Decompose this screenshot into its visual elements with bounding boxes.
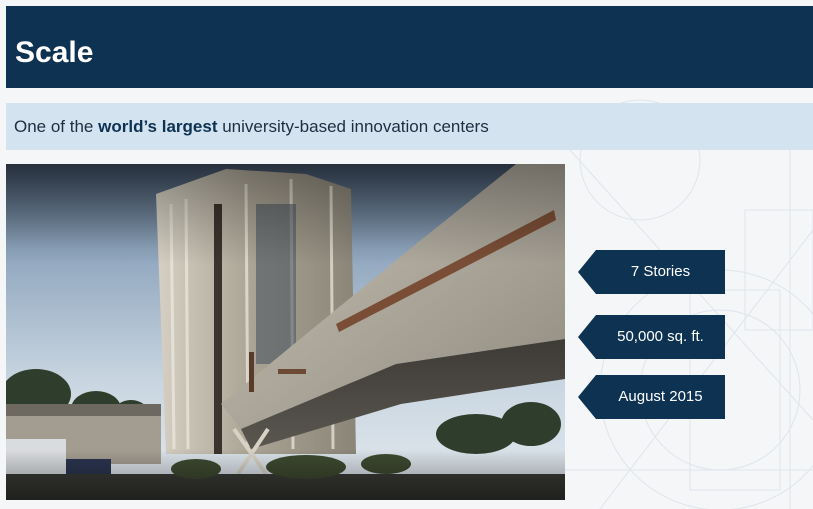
stat-tag-stories: 7 Stories	[578, 250, 725, 294]
subtitle-emphasis: world’s largest	[98, 117, 218, 136]
subtitle-suffix: university-based innovation centers	[217, 117, 489, 136]
stat-tag-date: August 2015	[578, 375, 725, 419]
stat-label: 7 Stories	[630, 263, 691, 280]
building-photo	[6, 164, 565, 500]
stat-label: 50,000 sq. ft.	[617, 328, 704, 345]
slide-title: Scale	[15, 36, 94, 69]
subtitle-prefix: One of the	[14, 117, 99, 136]
stat-label: August 2015	[618, 388, 703, 405]
stat-tag-area: 50,000 sq. ft.	[578, 315, 725, 359]
subtitle-bar: One of the world’s largest university-ba…	[6, 103, 813, 150]
title-bar: Scale	[6, 6, 813, 88]
slide-subtitle: One of the world’s largest university-ba…	[14, 117, 489, 137]
